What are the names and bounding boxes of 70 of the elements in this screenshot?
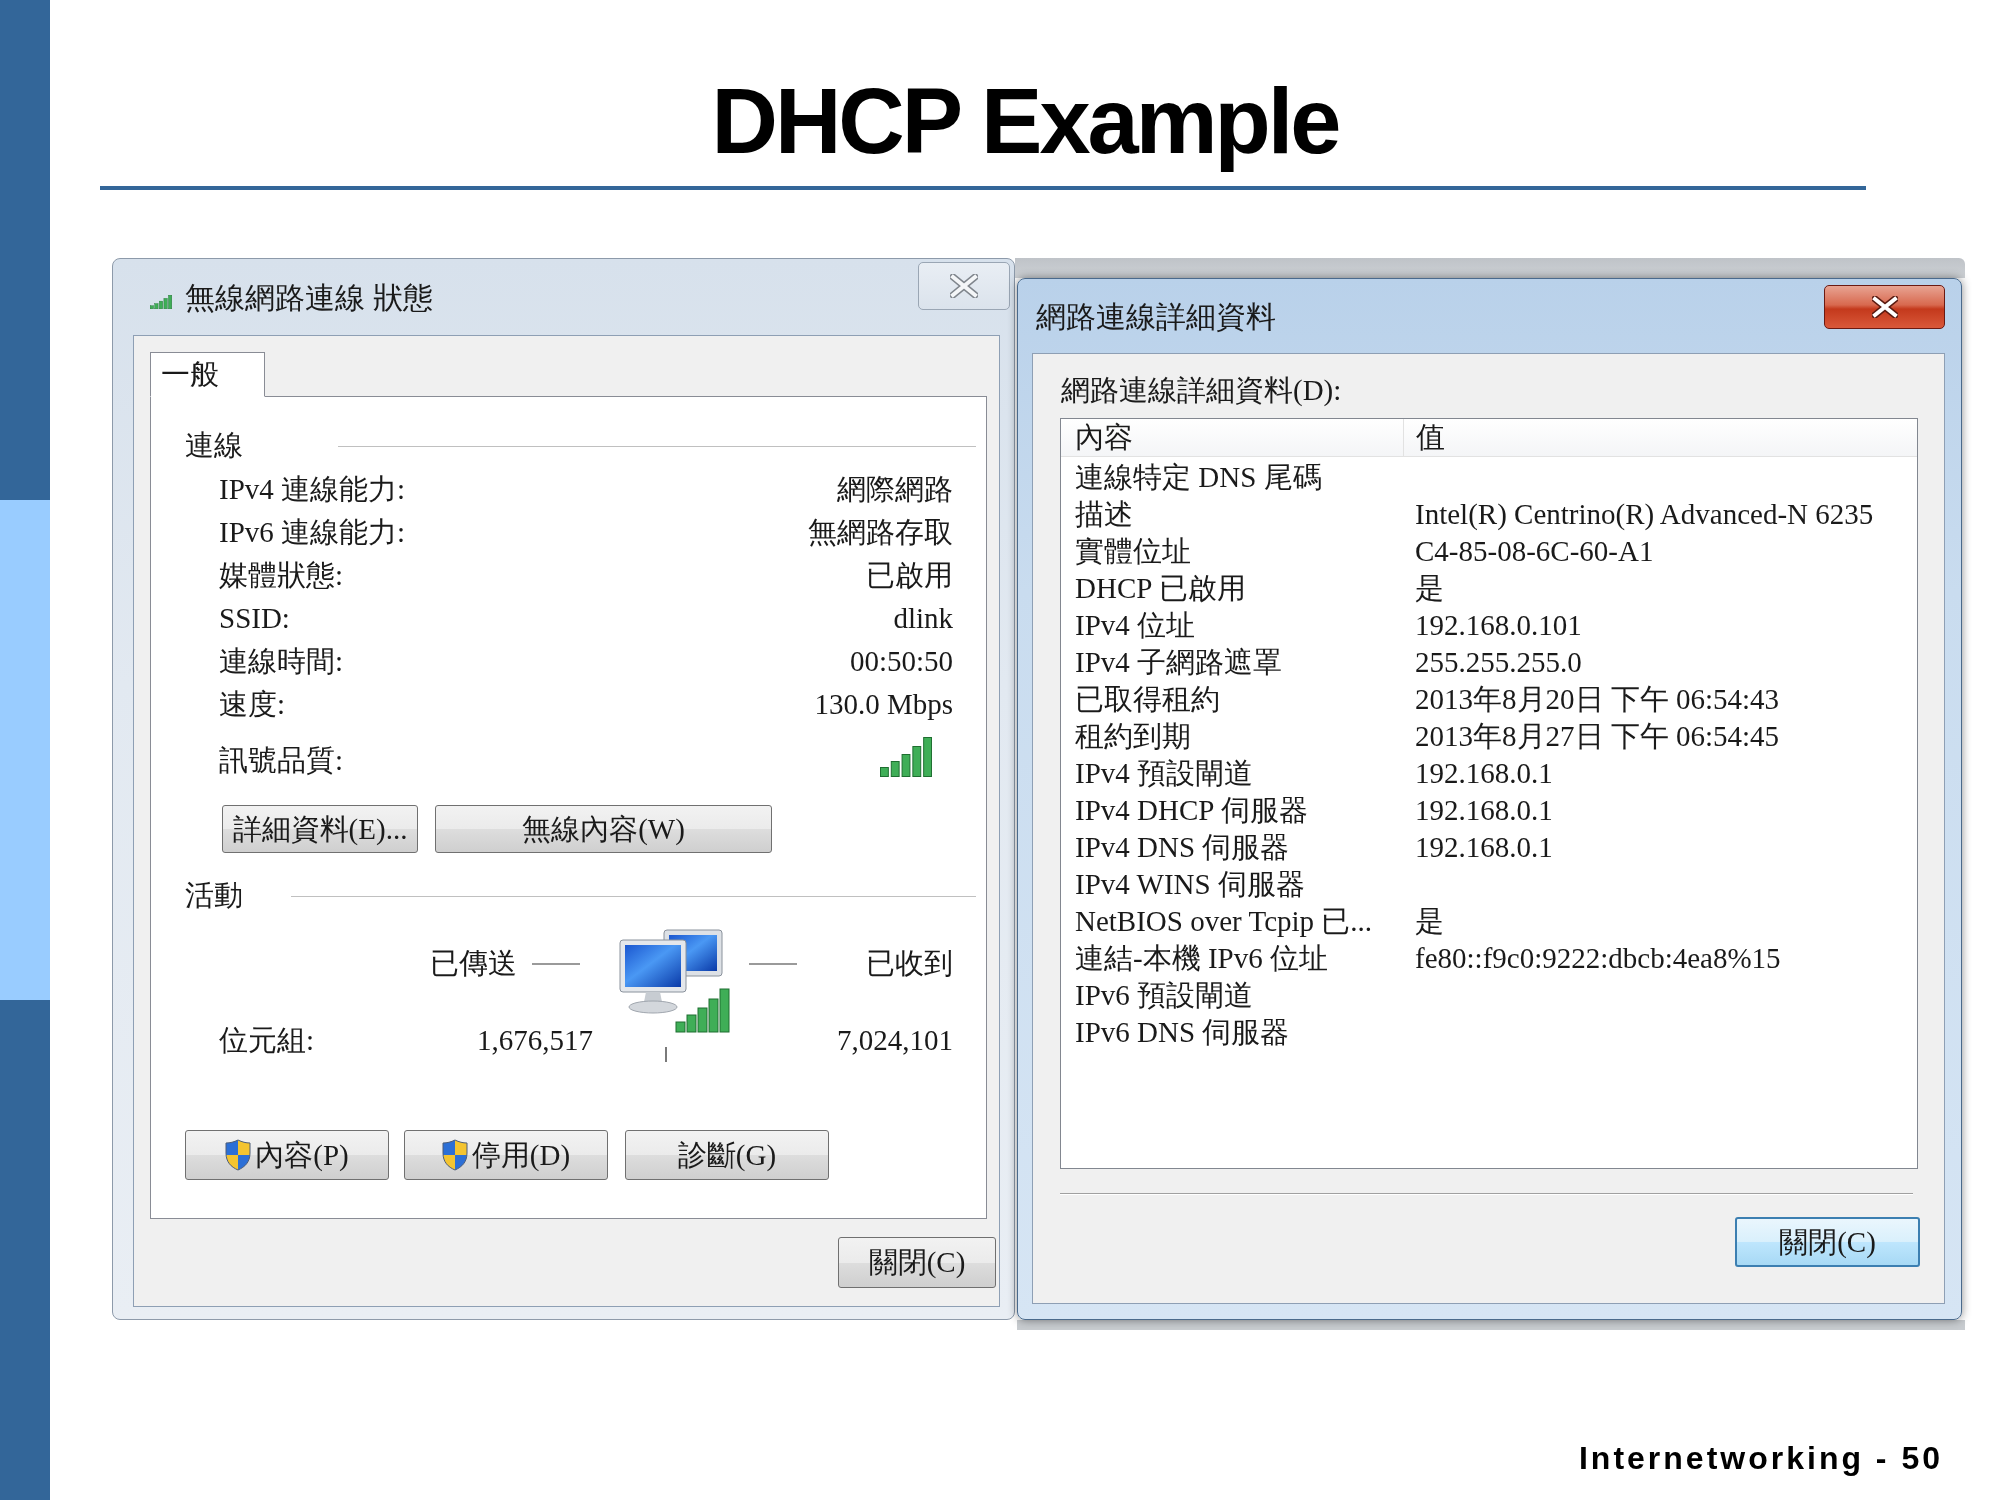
close-icon — [1871, 296, 1898, 318]
window-title: 無線網路連線 狀態 — [185, 279, 433, 316]
property-cell: 描述 — [1075, 497, 1133, 530]
received-label: 已收到 — [866, 946, 953, 982]
field-label: SSID: — [219, 600, 290, 636]
tab[interactable]: 一般 — [150, 352, 265, 397]
field-value: 130.0 Mbps — [814, 686, 953, 722]
field-label: 訊號品質: — [219, 743, 344, 779]
network-computers-icon — [616, 926, 733, 1062]
field-value: 00:50:50 — [849, 643, 953, 679]
field-value: 1,676,517 — [477, 1023, 593, 1059]
field-label: IPv4 連線能力: — [219, 471, 406, 507]
dialog-button[interactable]: 關閉(C) — [838, 1237, 996, 1288]
property-cell: IPv6 DNS 伺服器 — [1075, 1015, 1290, 1048]
field-value: 網際網路 — [837, 471, 953, 507]
group-heading: 活動 — [185, 878, 243, 914]
dialog-button[interactable]: 停用(D) — [404, 1130, 608, 1180]
property-cell: 實體位址 — [1075, 534, 1191, 567]
property-cell: IPv4 位址 — [1075, 608, 1196, 641]
shield-icon — [225, 1139, 252, 1171]
field-value: dlink — [893, 600, 953, 636]
value-cell: fe80::f9c0:9222:dbcb:4ea8%15 — [1415, 941, 1781, 974]
column-header[interactable]: 值 — [1404, 419, 1917, 456]
value-cell: Intel(R) Centrino(R) Advanced-N 6235 — [1415, 497, 1874, 530]
close-button[interactable] — [1824, 285, 1945, 329]
property-cell: 連線特定 DNS 尾碼 — [1075, 460, 1322, 493]
value-cell: C4-85-08-6C-60-A1 — [1415, 534, 1654, 567]
property-cell: NetBIOS over Tcpip 已... — [1075, 904, 1373, 937]
property-cell: IPv4 DHCP 伺服器 — [1075, 793, 1308, 826]
field-value: 已啟用 — [866, 557, 953, 593]
value-cell: 192.168.0.1 — [1415, 756, 1553, 789]
property-cell: IPv4 DNS 伺服器 — [1075, 830, 1290, 863]
dialog-button[interactable]: 無線內容(W) — [435, 805, 772, 853]
field-value: 無網路存取 — [808, 514, 953, 550]
field-label: 媒體狀態: — [219, 557, 344, 593]
field-label: 連線時間: — [219, 643, 344, 679]
column-header[interactable]: 內容 — [1061, 419, 1404, 456]
dialog-button[interactable]: 關閉(C) — [1735, 1217, 1920, 1267]
dialog-button[interactable]: 詳細資料(E)... — [222, 805, 418, 853]
value-cell: 2013年8月20日 下午 06:54:43 — [1415, 682, 1780, 715]
field-value: 7,024,101 — [837, 1023, 953, 1059]
value-cell: 192.168.0.1 — [1415, 830, 1553, 863]
value-cell: 255.255.255.0 — [1415, 645, 1582, 678]
value-cell: 是 — [1415, 904, 1444, 937]
signal-strength-icon — [880, 737, 932, 777]
property-cell: IPv4 WINS 伺服器 — [1075, 867, 1305, 900]
property-cell: IPv6 預設閘道 — [1075, 978, 1254, 1011]
property-cell: IPv4 預設閘道 — [1075, 756, 1254, 789]
property-cell: IPv4 子網路遮罩 — [1075, 645, 1283, 678]
field-label: 位元組: — [219, 1023, 315, 1059]
value-cell: 是 — [1415, 571, 1444, 604]
group-heading: 連線 — [185, 428, 243, 464]
slide-footer: Internetworking - 50 — [1578, 1438, 1943, 1478]
signal-icon — [150, 295, 172, 309]
dialog-button[interactable]: 診斷(G) — [625, 1130, 829, 1180]
sent-label: 已傳送 — [430, 946, 517, 982]
shield-icon — [441, 1139, 468, 1171]
value-cell: 2013年8月27日 下午 06:54:45 — [1415, 719, 1780, 752]
window-title: 網路連線詳細資料 — [1036, 298, 1276, 335]
dialog-button[interactable]: 內容(P) — [185, 1130, 389, 1180]
value-cell: 192.168.0.1 — [1415, 793, 1553, 826]
property-cell: 連結-本機 IPv6 位址 — [1075, 941, 1328, 974]
property-cell: DHCP 已啟用 — [1075, 571, 1246, 604]
property-cell: 租約到期 — [1075, 719, 1191, 752]
field-label: 速度: — [219, 686, 286, 722]
list-label: 網路連線詳細資料(D): — [1061, 374, 1342, 406]
field-label: IPv6 連線能力: — [219, 514, 406, 550]
property-cell: 已取得租約 — [1075, 682, 1220, 715]
close-icon — [950, 274, 978, 298]
value-cell: 192.168.0.101 — [1415, 608, 1582, 641]
